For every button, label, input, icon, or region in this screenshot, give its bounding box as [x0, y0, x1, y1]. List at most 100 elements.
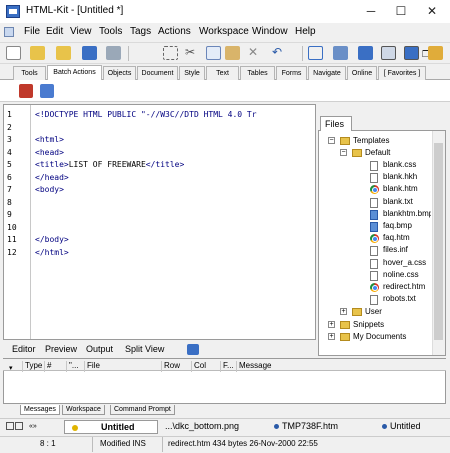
col-row[interactable]: Row — [161, 361, 180, 372]
col-number[interactable]: # — [44, 361, 51, 372]
tab-files[interactable]: Files — [320, 116, 352, 131]
tree-item-file[interactable]: blank.hkh — [318, 172, 431, 184]
tab-document[interactable]: Document — [137, 66, 178, 80]
doc-tab-tmp738f[interactable]: TMP738F.htm — [282, 420, 338, 434]
expand-toggle-icon[interactable]: + — [328, 333, 335, 340]
tab-text[interactable]: Text — [206, 66, 239, 80]
menu-file[interactable]: File — [24, 26, 40, 37]
menu-workspace[interactable]: Workspace — [199, 26, 249, 37]
tab-workspace[interactable]: Workspace — [62, 405, 105, 415]
tab-editor[interactable]: Editor — [12, 344, 36, 354]
undo-icon[interactable]: ↶ — [272, 46, 287, 60]
save-icon[interactable] — [82, 46, 97, 60]
tree-item-templates[interactable]: − Templates — [318, 136, 431, 147]
tab-tools[interactable]: Tools — [13, 66, 46, 80]
doc-tab-untitled-active[interactable]: Untitled — [64, 420, 158, 434]
expand-toggle-icon[interactable]: + — [328, 321, 335, 328]
minimize-button[interactable]: ─ — [356, 0, 386, 23]
col-message[interactable]: Message — [236, 361, 271, 372]
tree-item-file[interactable]: robots.txt — [318, 294, 431, 306]
tab-batch-actions[interactable]: Batch Actions — [47, 65, 102, 80]
code-line[interactable]: <body> — [35, 185, 64, 194]
close-button[interactable]: ✕ — [417, 0, 447, 23]
tree-item-snippets[interactable]: + Snippets — [318, 320, 431, 331]
col-f[interactable]: F... — [220, 361, 234, 372]
copy-icon[interactable] — [206, 46, 221, 60]
cut-icon[interactable]: ✂ — [185, 46, 200, 60]
zoom-icon[interactable] — [358, 46, 373, 60]
batch-settings-icon[interactable] — [40, 84, 54, 98]
menu-actions[interactable]: Actions — [158, 26, 191, 37]
tab-online[interactable]: Online — [347, 66, 377, 80]
tab-messages[interactable]: Messages — [20, 405, 60, 415]
maximize-button[interactable]: ☐ — [386, 0, 416, 23]
code-editor[interactable]: 1 2 3 4 5 6 7 8 9 10 11 12 <!DOCTYPE HTML PUBLIC "-… — [3, 104, 316, 340]
tree-item-file[interactable]: hover_a.css — [318, 258, 431, 269]
tab-preview[interactable]: Preview — [45, 344, 77, 354]
doc-tab-untitled[interactable]: Untitled — [390, 420, 421, 434]
code-line[interactable]: <head> — [35, 148, 64, 157]
col-col[interactable]: Col — [191, 361, 206, 372]
preview-options-icon[interactable] — [187, 344, 199, 355]
open-recent-icon[interactable] — [56, 46, 71, 60]
tree-item-file[interactable]: blank.txt — [318, 197, 431, 208]
files-scrollbar-thumb[interactable] — [434, 143, 443, 340]
col-quote[interactable]: "... — [66, 361, 79, 372]
expand-toggle-icon[interactable]: − — [328, 137, 335, 144]
tab-objects[interactable]: Objects — [103, 66, 136, 80]
doc-tab-scroll[interactable]: «» — [29, 420, 54, 433]
menu-tags[interactable]: Tags — [130, 26, 151, 37]
tab-command-prompt[interactable]: Command Prompt — [110, 405, 175, 415]
menu-tools[interactable]: Tools — [99, 26, 122, 37]
paste-icon[interactable] — [225, 46, 240, 60]
new-file-icon[interactable] — [6, 46, 21, 60]
code-line[interactable]: </body> — [35, 235, 69, 244]
doc-tab-close-icon[interactable] — [15, 422, 23, 430]
tab-forms[interactable]: Forms — [276, 66, 307, 80]
browser-icon[interactable] — [404, 46, 419, 60]
messages-menu-icon[interactable]: ▾ — [9, 364, 13, 372]
document-menu-icon[interactable] — [4, 27, 14, 37]
col-type[interactable]: Type — [22, 361, 42, 372]
tab-split-view[interactable]: Split View — [125, 344, 164, 354]
expand-toggle-icon[interactable]: − — [340, 149, 347, 156]
tab-navigate[interactable]: Navigate — [308, 66, 346, 80]
expand-toggle-icon[interactable]: + — [340, 308, 347, 315]
tree-item-file[interactable]: noline.css — [318, 270, 431, 281]
print-icon[interactable] — [106, 46, 121, 60]
menu-window[interactable]: Window — [252, 26, 288, 37]
select-icon[interactable] — [163, 46, 178, 60]
doc-tab-dkc-bottom[interactable]: ...\dkc_bottom.png — [165, 420, 239, 434]
tree-item-file[interactable]: faq.htm — [318, 233, 431, 244]
tree-item-my-documents[interactable]: + My Documents — [318, 332, 431, 343]
batch-action-icon[interactable] — [19, 84, 33, 98]
tree-item-file[interactable]: files.inf — [318, 245, 431, 257]
doc-tab-menu-icon[interactable] — [6, 422, 14, 430]
tab-output[interactable]: Output — [86, 344, 113, 354]
code-line[interactable]: <html> — [35, 135, 64, 144]
code-line[interactable]: </head> — [35, 173, 69, 182]
tree-item-file[interactable]: blank.htm — [318, 184, 431, 195]
menu-edit[interactable]: Edit — [46, 26, 63, 37]
tab-favorites[interactable]: [ Favorites ] — [378, 66, 426, 80]
code-line[interactable]: <title>LIST OF FREEWARE</title> — [35, 160, 184, 169]
tree-item-file[interactable]: redirect.htm — [318, 282, 431, 293]
options-icon[interactable] — [428, 46, 443, 60]
menu-view[interactable]: View — [70, 26, 92, 37]
tree-item-user[interactable]: + User — [318, 307, 431, 318]
preview-icon[interactable] — [381, 46, 396, 60]
open-icon[interactable] — [30, 46, 45, 60]
code-line[interactable]: </html> — [35, 248, 69, 257]
tree-item-file[interactable]: blank.css — [318, 160, 431, 171]
code-line[interactable]: <!DOCTYPE HTML PUBLIC "-//W3C//DTD HTML … — [35, 110, 257, 119]
tab-style[interactable]: Style — [179, 66, 205, 80]
delete-icon[interactable]: ✕ — [248, 46, 263, 60]
tree-item-file[interactable]: blankhtm.bmp — [318, 209, 431, 220]
col-file[interactable]: File — [84, 361, 161, 372]
panel-icon[interactable] — [308, 46, 323, 60]
tree-item-file[interactable]: faq.bmp — [318, 221, 431, 232]
tab-tables[interactable]: Tables — [240, 66, 275, 80]
menu-help[interactable]: Help — [295, 26, 316, 37]
tree-item-default[interactable]: − Default — [318, 148, 431, 159]
tree-icon[interactable] — [333, 46, 348, 60]
